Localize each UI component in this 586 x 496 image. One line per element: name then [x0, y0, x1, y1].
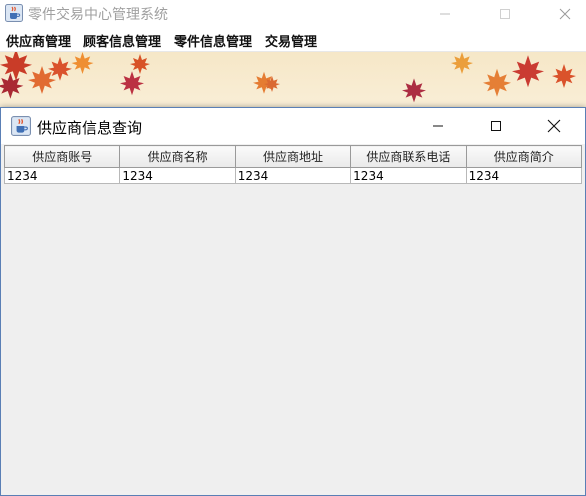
column-header-supplier-intro[interactable]: 供应商简介 [465, 145, 583, 168]
main-maximize-button[interactable] [485, 0, 525, 27]
supplier-table: 供应商账号 供应商名称 供应商地址 供应商联系电话 供应商简介 1234 123… [3, 145, 583, 184]
table-cell[interactable]: 1234 [465, 167, 583, 184]
java-cup-icon [11, 116, 31, 136]
table-row[interactable]: 1234 1234 1234 1234 1234 [3, 167, 583, 184]
dialog-title: 供应商信息查询 [37, 119, 143, 137]
main-minimize-button[interactable] [425, 0, 465, 27]
main-window-titlebar[interactable]: 零件交易中心管理系统 [0, 0, 586, 27]
dialog-titlebar[interactable]: 供应商信息查询 [1, 108, 585, 144]
column-header-supplier-account[interactable]: 供应商账号 [3, 145, 121, 168]
java-cup-icon [5, 4, 23, 22]
table-cell[interactable]: 1234 [119, 167, 236, 184]
main-close-button[interactable] [545, 0, 585, 27]
close-icon [547, 119, 561, 133]
column-header-supplier-name[interactable]: 供应商名称 [119, 145, 236, 168]
column-header-supplier-phone[interactable]: 供应商联系电话 [350, 145, 467, 168]
table-cell[interactable]: 1234 [3, 167, 121, 184]
menu-parts-management[interactable]: 零件信息管理 [174, 31, 252, 50]
menubar: 供应商管理 顾客信息管理 零件信息管理 交易管理 [0, 27, 586, 52]
table-cell[interactable]: 1234 [350, 167, 467, 184]
table-header-row: 供应商账号 供应商名称 供应商地址 供应商联系电话 供应商简介 [3, 145, 583, 168]
maximize-icon [491, 121, 501, 131]
dialog-maximize-button[interactable] [467, 108, 525, 144]
column-header-supplier-address[interactable]: 供应商地址 [234, 145, 352, 168]
dialog-minimize-button[interactable] [409, 108, 467, 144]
table-cell[interactable]: 1234 [234, 167, 352, 184]
menu-transaction-management[interactable]: 交易管理 [265, 31, 317, 50]
supplier-query-dialog: 供应商信息查询 供应商账号 供应商名称 供应商地址 供应商联系电话 供应商简介 [0, 107, 586, 496]
minimize-icon [433, 125, 443, 127]
dialog-close-button[interactable] [525, 108, 583, 144]
maximize-icon [500, 8, 510, 19]
menu-customer-management[interactable]: 顾客信息管理 [83, 31, 161, 50]
close-icon [559, 8, 571, 19]
main-window-title: 零件交易中心管理系统 [28, 7, 168, 23]
supplier-table-scrollpane[interactable]: 供应商账号 供应商名称 供应商地址 供应商联系电话 供应商简介 1234 123… [3, 145, 583, 491]
menu-supplier-management[interactable]: 供应商管理 [6, 31, 71, 50]
minimize-icon [440, 13, 450, 14]
